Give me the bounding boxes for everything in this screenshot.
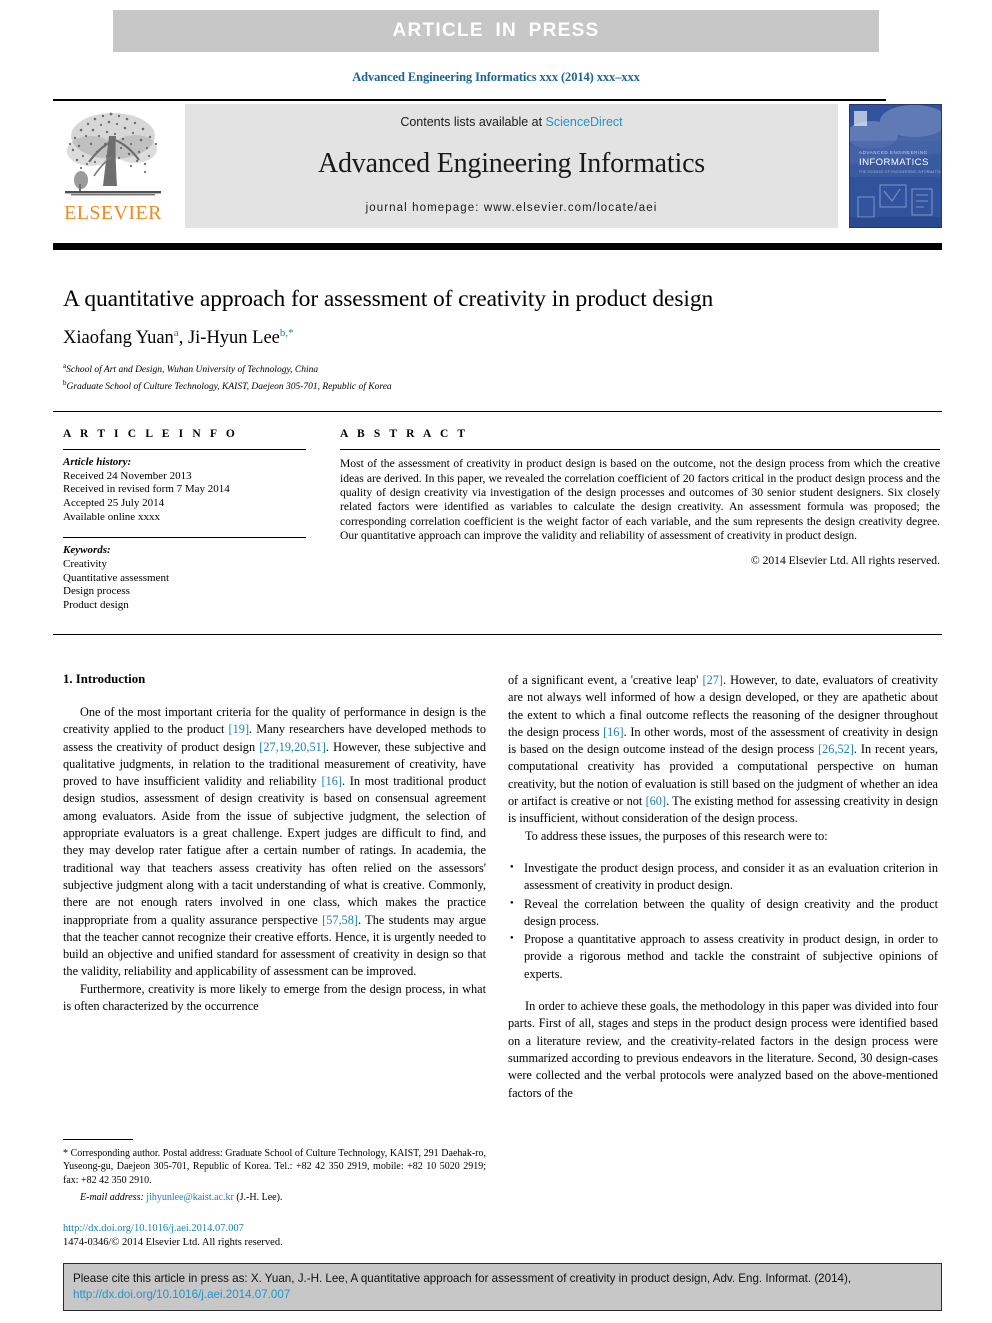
keyword-item: Product design <box>63 598 129 611</box>
citation-reference[interactable]: [27,19,20,51] <box>259 740 326 754</box>
journal-cover-artwork: ADVANCED ENGINEERING INFORMATICS THE SCI… <box>850 105 942 227</box>
keyword-item: Quantitative assessment <box>63 571 170 584</box>
article-history-block: Article history: Received 24 November 20… <box>63 456 323 524</box>
article-history-item: Accepted 25 July 2014 <box>63 496 165 509</box>
keywords-block: Keywords: Creativity Quantitative assess… <box>63 544 323 612</box>
affiliation-item: aSchool of Art and Design, Wuhan Univers… <box>63 360 943 377</box>
citation-notice-box: Please cite this article in press as: X.… <box>63 1263 942 1311</box>
affiliation-item: bGraduate School of Culture Technology, … <box>63 377 943 394</box>
article-in-press-banner: ARTICLE IN PRESS <box>113 10 879 52</box>
journal-title: Advanced Engineering Informatics <box>317 148 705 179</box>
body-paragraph: Furthermore, creativity is more likely t… <box>63 981 486 1014</box>
elsevier-logo: ELSEVIER <box>53 104 173 228</box>
article-info-rule-1 <box>63 449 306 451</box>
affiliation-text-b: Graduate School of Culture Technology, K… <box>66 382 392 393</box>
svg-text:ADVANCED ENGINEERING: ADVANCED ENGINEERING <box>859 150 928 155</box>
author-name-2: Ji-Hyun Lee <box>187 328 280 349</box>
journal-reference-line: Advanced Engineering Informatics xxx (20… <box>352 70 640 84</box>
author-name-1: Xiaofang Yuan <box>63 328 174 349</box>
body-paragraph: In order to achieve these goals, the met… <box>508 999 938 1100</box>
section-heading-introduction: 1. Introduction <box>63 672 146 686</box>
doi-link[interactable]: http://dx.doi.org/10.1016/j.aei.2014.07.… <box>63 1222 486 1236</box>
footnote-text: Corresponding author. Postal address: Gr… <box>63 1148 486 1186</box>
journal-homepage-link[interactable]: journal homepage: www.elsevier.com/locat… <box>366 202 658 214</box>
abstract-heading: A B S T R A C T <box>340 428 469 440</box>
article-history-item: Received 24 November 2013 <box>63 469 192 482</box>
citation-reference[interactable]: [16] <box>322 774 343 788</box>
affiliation-list: aSchool of Art and Design, Wuhan Univers… <box>63 360 943 394</box>
author-mark-2: b,* <box>279 327 294 339</box>
footnote-email-line: E-mail address: jihyunlee@kaist.ac.kr (J… <box>63 1191 486 1204</box>
citation-notice-text: Please cite this article in press as: X.… <box>73 1272 852 1285</box>
article-info-rule-2 <box>63 537 306 539</box>
email-address-label: E-mail address: <box>80 1192 144 1204</box>
article-info-column: A R T I C L E I N F O Article history: R… <box>63 428 323 612</box>
page-title: A quantitative approach for assessment o… <box>63 286 714 312</box>
svg-text:THE SCIENCE OF ENGINEERING INF: THE SCIENCE OF ENGINEERING INFORMATION S… <box>859 170 942 174</box>
masthead-top-rule <box>53 99 886 101</box>
elsevier-wordmark: ELSEVIER <box>64 202 162 224</box>
abstract-rule <box>340 449 940 451</box>
doi-footer: http://dx.doi.org/10.1016/j.aei.2014.07.… <box>63 1222 486 1249</box>
citation-notice-doi-link[interactable]: http://dx.doi.org/10.1016/j.aei.2014.07.… <box>73 1287 932 1303</box>
body-paragraph: of a significant event, a 'creative leap… <box>508 672 938 828</box>
body-paragraph: To address these issues, the purposes of… <box>525 828 828 843</box>
article-info-heading: A R T I C L E I N F O <box>63 428 238 440</box>
article-history-item: Available online xxxx <box>63 510 160 523</box>
body-column-left: 1. Introduction One of the most importan… <box>63 672 486 1015</box>
article-history-item: Received in revised form 7 May 2014 <box>63 483 230 496</box>
issn-copyright-line: 1474-0346/© 2014 Elsevier Ltd. All right… <box>63 1236 283 1248</box>
citation-reference[interactable]: [57,58] <box>322 913 358 927</box>
contents-available-line: Contents lists available at ScienceDirec… <box>400 115 622 129</box>
svg-text:INFORMATICS: INFORMATICS <box>859 157 929 168</box>
email-suffix: (J.-H. Lee). <box>233 1192 283 1204</box>
paragraph-text: . In most traditional product design stu… <box>63 774 486 927</box>
abstract-copyright: © 2014 Elsevier Ltd. All rights reserved… <box>750 553 940 567</box>
abstract-text: Most of the assessment of creativity in … <box>340 457 940 543</box>
citation-reference[interactable]: [27] <box>703 673 724 687</box>
article-in-press-label: ARTICLE IN PRESS <box>392 20 600 41</box>
affiliation-text-a: School of Art and Design, Wuhan Universi… <box>66 365 319 376</box>
citation-reference[interactable]: [60] <box>646 794 667 808</box>
list-item: Reveal the correlation between the quali… <box>508 895 938 931</box>
elsevier-tree-icon <box>65 112 161 196</box>
keywords-label: Keywords: <box>63 544 111 557</box>
masthead-center-panel: Contents lists available at ScienceDirec… <box>185 104 838 228</box>
list-item: Propose a quantitative approach to asses… <box>508 930 938 983</box>
email-link[interactable]: jihyunlee@kaist.ac.kr <box>146 1192 234 1203</box>
abstract-block-bottom-rule <box>53 634 942 636</box>
article-history-label: Article history: <box>63 456 132 469</box>
citation-reference[interactable]: [26,52] <box>818 742 854 756</box>
author-list: Xiaofang Yuana, Ji-Hyun Leeb,* <box>63 327 294 349</box>
author-mark-1: a <box>173 327 179 339</box>
paragraph-text: of a significant event, a 'creative leap… <box>508 673 703 687</box>
journal-cover-thumbnail: ADVANCED ENGINEERING INFORMATICS THE SCI… <box>849 104 942 228</box>
abstract-column: A B S T R A C T Most of the assessment o… <box>340 428 940 567</box>
contents-prefix-text: Contents lists available at <box>400 115 546 129</box>
journal-masthead: ELSEVIER Contents lists available at Sci… <box>53 104 942 228</box>
keyword-item: Design process <box>63 585 130 598</box>
keyword-item: Creativity <box>63 557 107 570</box>
corresponding-author-footnote: * Corresponding author. Postal address: … <box>63 1147 486 1205</box>
citation-reference[interactable]: [16] <box>603 725 624 739</box>
sciencedirect-link[interactable]: ScienceDirect <box>546 115 623 129</box>
citation-reference[interactable]: [19] <box>229 722 250 736</box>
footnote-separator-rule <box>63 1139 133 1141</box>
research-purpose-list: Investigate the product design process, … <box>508 859 938 983</box>
abstract-block-top-rule <box>53 411 942 413</box>
list-item: Investigate the product design process, … <box>508 859 938 895</box>
body-column-right: of a significant event, a 'creative leap… <box>508 672 938 1102</box>
masthead-bottom-thick-rule <box>53 243 942 250</box>
body-paragraph: One of the most important criteria for t… <box>63 704 486 981</box>
